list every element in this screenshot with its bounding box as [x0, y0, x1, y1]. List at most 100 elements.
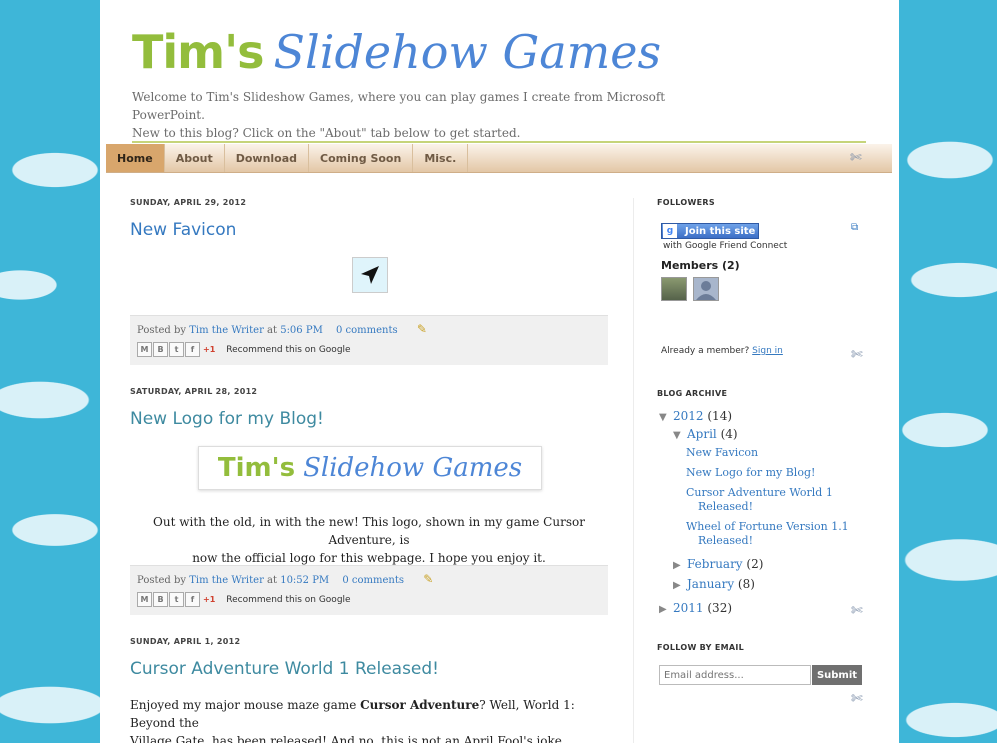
follow-email-title: FOLLOW BY EMAIL — [657, 643, 745, 652]
logo-image: Tim's Slidehow Games — [198, 446, 542, 490]
already-member-text: Already a member? — [661, 346, 750, 356]
blog-page: Tim's Slidehow Games Welcome to Tim's Sli… — [100, 0, 899, 743]
tab-download[interactable]: Download — [225, 144, 310, 172]
archive-title: BLOG ARCHIVE — [657, 389, 728, 398]
post-body: Out with the old, in with the new! This … — [130, 513, 608, 567]
archive-year-2011[interactable]: ▶ 2011 (32) — [659, 601, 732, 615]
wrench-icon[interactable]: ✄ — [851, 347, 863, 363]
plus-one-button[interactable]: +1 — [203, 595, 215, 604]
tab-home[interactable]: Home — [106, 144, 165, 172]
followers-title: FOLLOWERS — [657, 198, 715, 207]
archive-year-count: (32) — [707, 601, 733, 615]
expand-icon[interactable]: ⧉ — [851, 222, 858, 233]
post-body-line2: Village Gate, has been released! And no,… — [130, 734, 566, 743]
share-buttons: M B t f +1 Recommend this on Google — [137, 592, 351, 607]
expanded-triangle-icon[interactable]: ▼ — [673, 430, 687, 441]
member-avatar[interactable] — [661, 277, 687, 301]
archive-year-2012[interactable]: ▼ 2012 (14) — [659, 409, 732, 423]
archive-post-link[interactable]: Wheel of Fortune Version 1.1 — [686, 520, 849, 534]
share-buttons: M B t f +1 Recommend this on Google — [137, 342, 351, 357]
blog-title-part1: Tim's — [132, 25, 265, 79]
archive-post-link[interactable]: New Favicon — [686, 446, 758, 460]
submit-button[interactable]: Submit — [812, 665, 862, 685]
at-label: at — [267, 575, 278, 586]
already-member: Already a member? Sign in — [661, 346, 783, 356]
post-title[interactable]: New Logo for my Blog! — [130, 409, 324, 429]
twitter-share-icon[interactable]: t — [169, 592, 184, 607]
post-time-link[interactable]: 5:06 PM — [280, 325, 323, 336]
archive-month-january[interactable]: ▶ January (8) — [673, 577, 755, 591]
archive-year-count: (14) — [707, 409, 733, 423]
join-site-button[interactable]: g Join this site — [661, 223, 759, 239]
posted-by-label: Posted by — [137, 575, 187, 586]
post-date: SUNDAY, APRIL 1, 2012 — [130, 637, 241, 646]
post-body-text: Enjoyed my major mouse maze game — [130, 698, 361, 712]
collapsed-triangle-icon[interactable]: ▶ — [659, 604, 673, 615]
member-avatar[interactable] — [693, 277, 719, 301]
facebook-share-icon[interactable]: f — [185, 592, 200, 607]
edit-pencil-icon[interactable]: ✎ — [423, 572, 433, 586]
blog-description-line1: Welcome to Tim's Slideshow Games, where … — [132, 90, 666, 122]
header-divider — [132, 141, 866, 143]
archive-post-link[interactable]: Cursor Adventure World 1 — [686, 486, 833, 500]
at-label: at — [267, 325, 278, 336]
post-footer: Posted by Tim the Writer at 5:06 PM 0 co… — [130, 315, 608, 365]
archive-month-february[interactable]: ▶ February (2) — [673, 557, 763, 571]
twitter-share-icon[interactable]: t — [169, 342, 184, 357]
archive-post-link[interactable]: New Logo for my Blog! — [686, 466, 815, 480]
archive-year-link[interactable]: 2011 — [673, 601, 704, 615]
expanded-triangle-icon[interactable]: ▼ — [659, 412, 673, 423]
author-link[interactable]: Tim the Writer — [189, 575, 264, 586]
blog-description-line2: New to this blog? Click on the "About" t… — [132, 126, 521, 140]
recommend-text: Recommend this on Google — [226, 344, 351, 355]
tab-misc[interactable]: Misc. — [413, 144, 469, 172]
logo-image-part1: Tim's — [217, 453, 296, 483]
sign-in-link[interactable]: Sign in — [752, 346, 783, 356]
recommend-text: Recommend this on Google — [226, 594, 351, 605]
column-divider — [633, 198, 634, 743]
join-site-label: Join this site — [685, 225, 756, 237]
wrench-icon[interactable]: ✄ — [850, 150, 862, 166]
gfc-text: with Google Friend Connect — [663, 241, 788, 251]
archive-month-count: (4) — [720, 427, 738, 441]
post-body-line1: Out with the old, in with the new! This … — [153, 515, 585, 547]
wrench-icon[interactable]: ✄ — [851, 603, 863, 619]
email-share-icon[interactable]: M — [137, 342, 152, 357]
archive-month-link[interactable]: April — [687, 427, 717, 441]
comments-link[interactable]: 0 comments — [336, 325, 398, 336]
archive-year-link[interactable]: 2012 — [673, 409, 704, 423]
google-icon: g — [663, 224, 677, 238]
archive-month-count: (8) — [737, 577, 755, 591]
plus-one-button[interactable]: +1 — [203, 345, 215, 354]
post-title[interactable]: Cursor Adventure World 1 Released! — [130, 659, 439, 679]
archive-month-link[interactable]: February — [687, 557, 743, 571]
post-time-link[interactable]: 10:52 PM — [280, 575, 329, 586]
blog-description: Welcome to Tim's Slideshow Games, where … — [132, 88, 732, 142]
post-date: SUNDAY, APRIL 29, 2012 — [130, 198, 247, 207]
blogger-share-icon[interactable]: B — [153, 592, 168, 607]
collapsed-triangle-icon[interactable]: ▶ — [673, 580, 687, 591]
posted-by-label: Posted by — [137, 325, 187, 336]
archive-month-link[interactable]: January — [687, 577, 734, 591]
email-share-icon[interactable]: M — [137, 592, 152, 607]
edit-pencil-icon[interactable]: ✎ — [417, 322, 427, 336]
author-link[interactable]: Tim the Writer — [189, 325, 264, 336]
blog-title[interactable]: Tim's Slidehow Games — [132, 24, 732, 80]
wrench-icon[interactable]: ✄ — [851, 691, 863, 707]
archive-month-count: (2) — [746, 557, 764, 571]
archive-post-link-cont[interactable]: Released! — [698, 500, 753, 514]
collapsed-triangle-icon[interactable]: ▶ — [673, 560, 687, 571]
tab-coming-soon[interactable]: Coming Soon — [309, 144, 414, 172]
archive-post-link-cont[interactable]: Released! — [698, 534, 753, 548]
post-body: Enjoyed my major mouse maze game Cursor … — [130, 696, 610, 743]
post-title[interactable]: New Favicon — [130, 220, 236, 240]
facebook-share-icon[interactable]: f — [185, 342, 200, 357]
email-input[interactable] — [659, 665, 811, 685]
archive-month-april[interactable]: ▼ April (4) — [673, 427, 738, 441]
tab-about[interactable]: About — [165, 144, 225, 172]
blogger-share-icon[interactable]: B — [153, 342, 168, 357]
blog-title-part2: Slidehow Games — [273, 25, 662, 79]
post-date: SATURDAY, APRIL 28, 2012 — [130, 387, 258, 396]
blog-header: Tim's Slidehow Games Welcome to Tim's Sli… — [132, 24, 732, 142]
comments-link[interactable]: 0 comments — [342, 575, 404, 586]
